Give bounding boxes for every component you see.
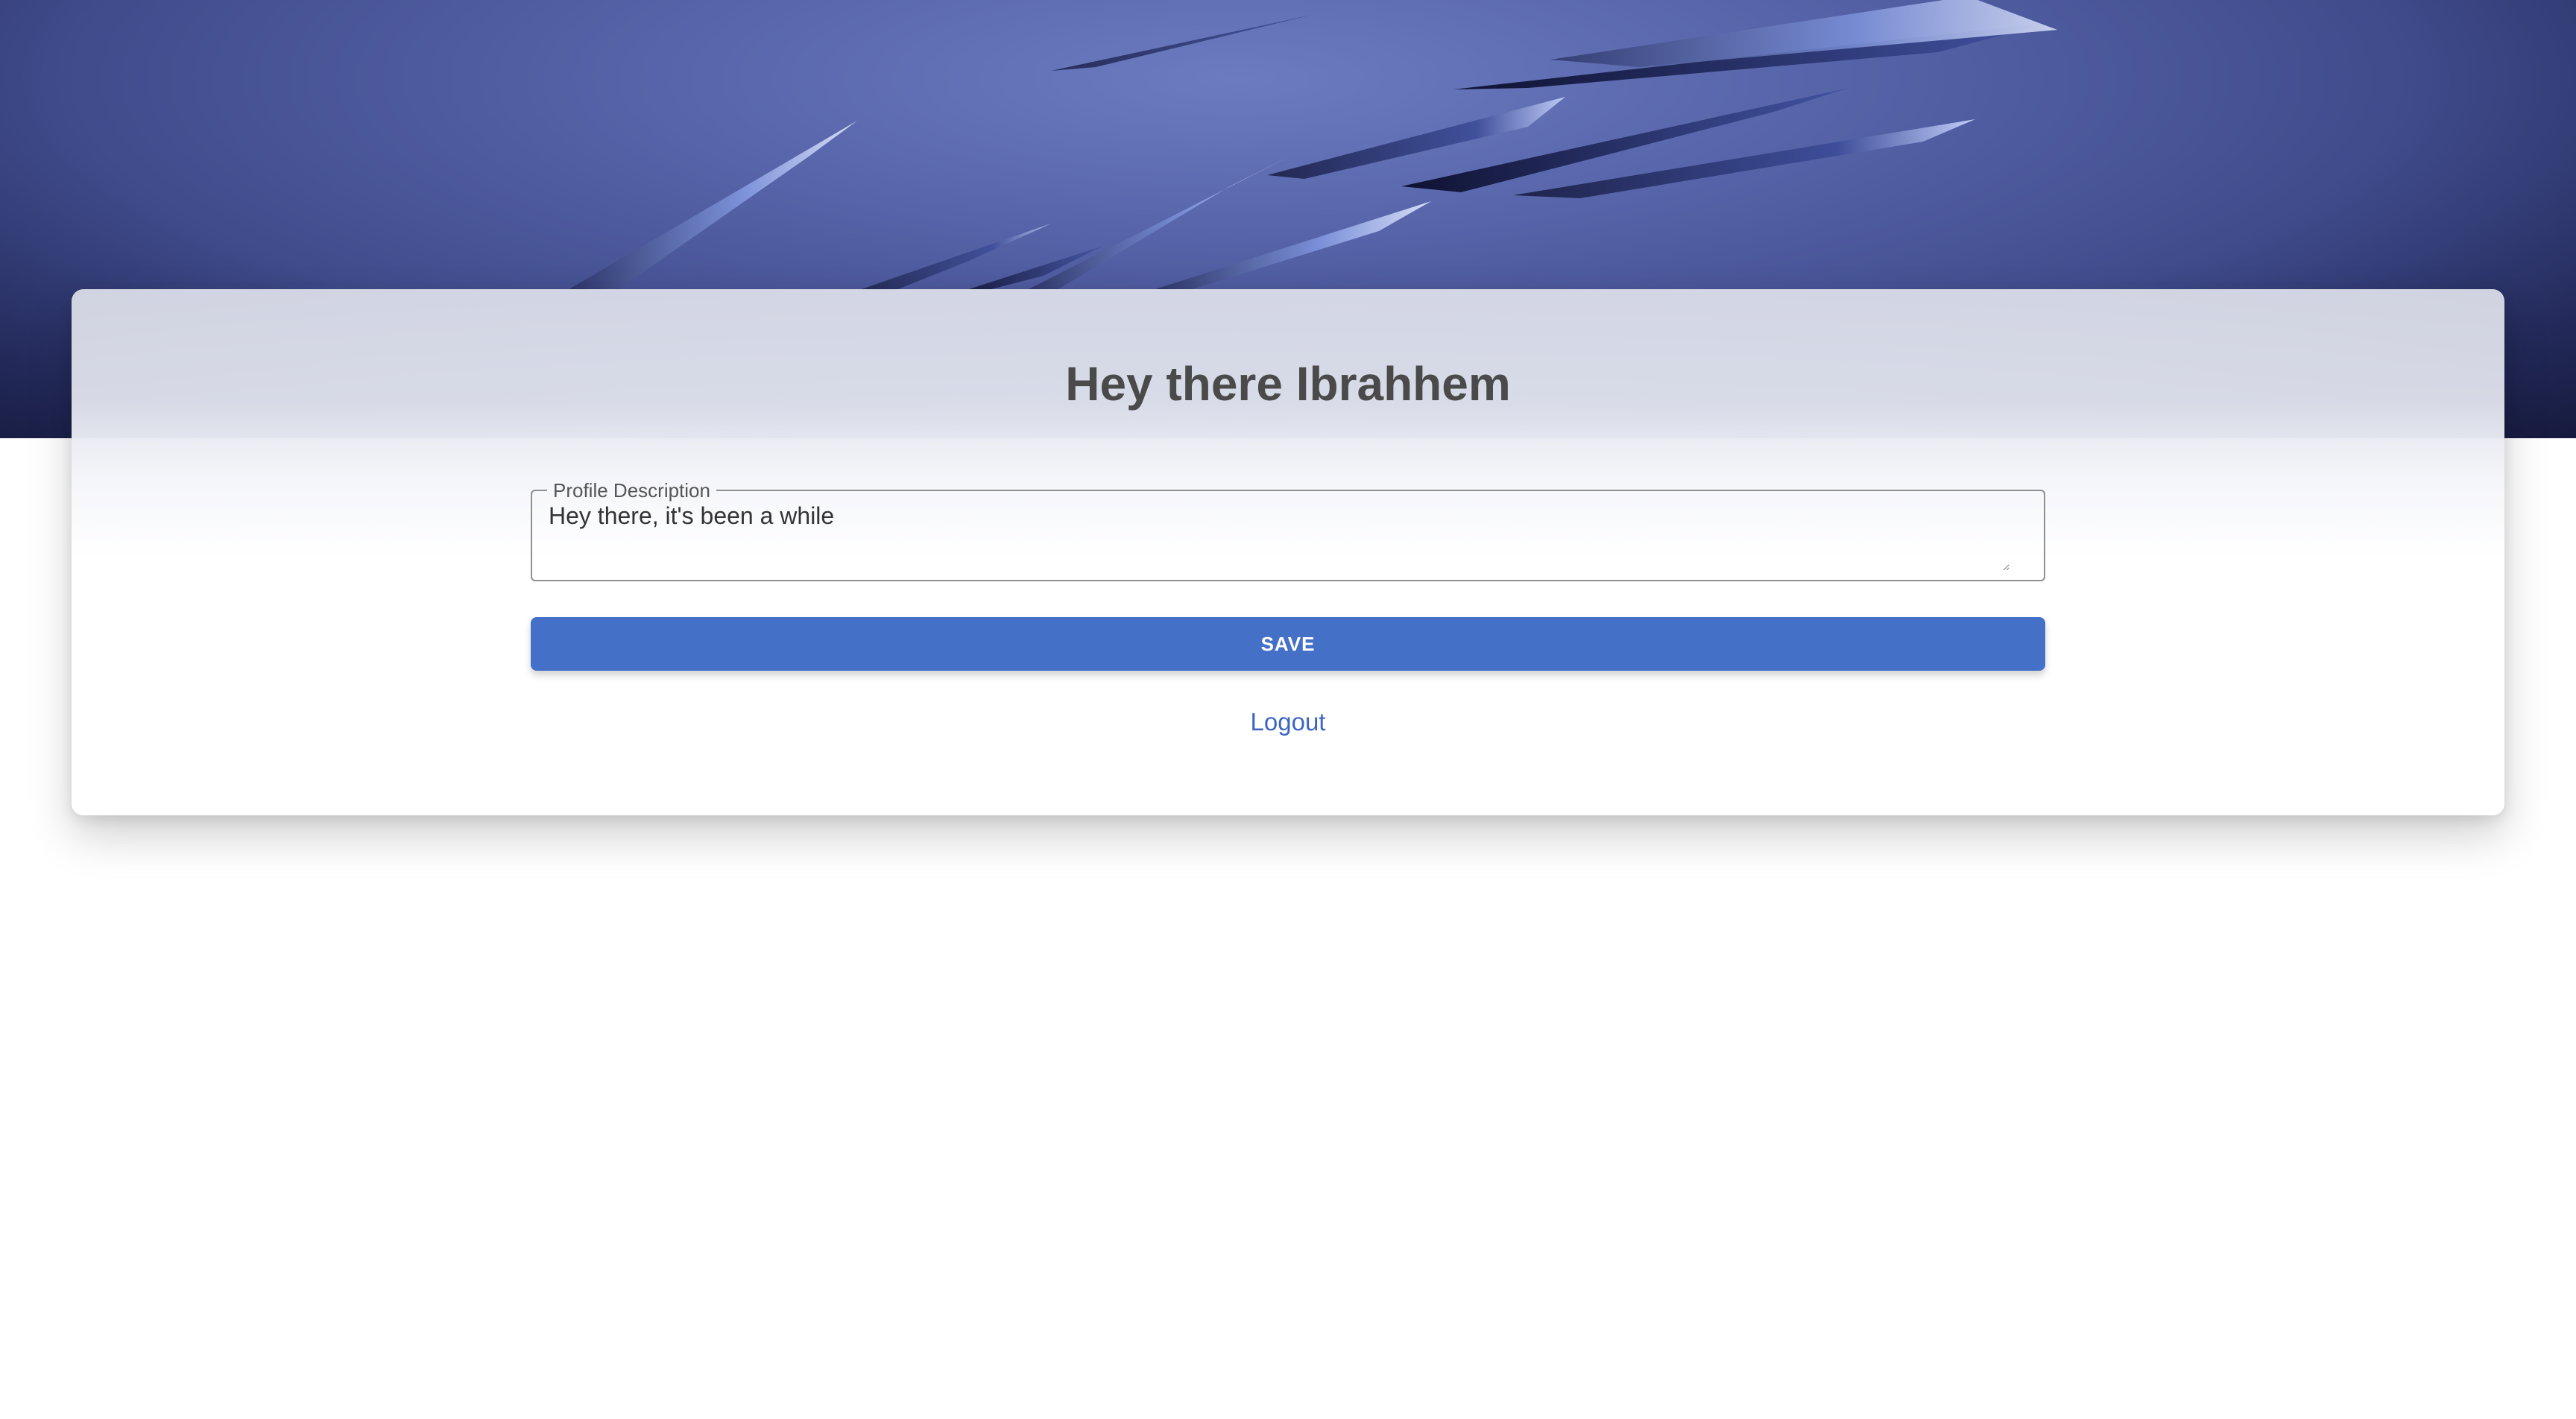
profile-description-field: Profile Description Hey there, it's been…	[531, 481, 2045, 581]
profile-description-input[interactable]: Hey there, it's been a while	[549, 502, 2010, 571]
logout-link[interactable]: Logout	[1251, 708, 1326, 736]
profile-card: Hey there Ibrahhem Profile Description H…	[72, 289, 2504, 815]
page-title: Hey there Ibrahhem	[1065, 357, 1511, 411]
profile-description-label: Profile Description	[553, 479, 710, 502]
save-button[interactable]: SAVE	[531, 617, 2045, 671]
logout-container: Logout	[72, 708, 2504, 736]
